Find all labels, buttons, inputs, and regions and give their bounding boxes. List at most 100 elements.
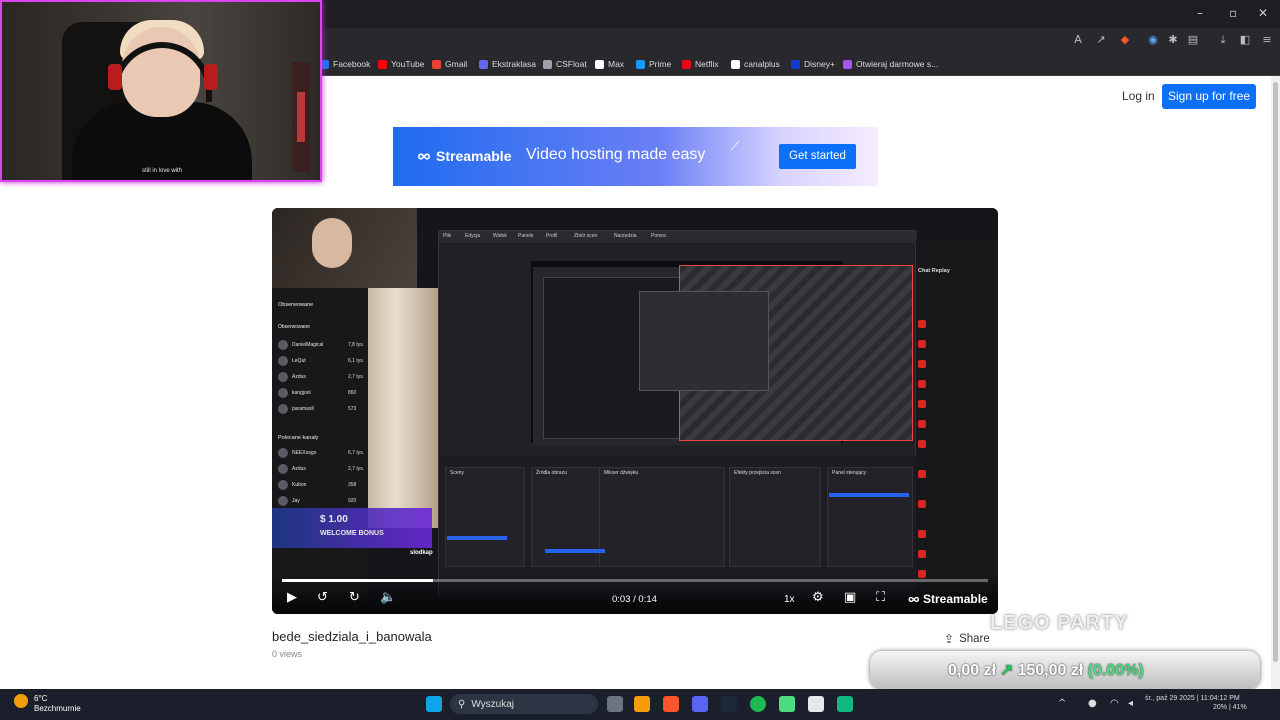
bookmark-youtube[interactable]: YouTube	[378, 57, 424, 71]
pip-icon[interactable]: ▣	[844, 590, 856, 606]
play-icon[interactable]: ▶	[287, 590, 297, 606]
bookmark-favicon-icon	[682, 59, 691, 69]
channel-row: Jay 920	[278, 494, 356, 508]
bookmark-favicon-icon	[843, 59, 852, 69]
share-button[interactable]: ⇪ Share	[940, 628, 992, 650]
video-time: 0:03 / 0:14	[612, 594, 657, 605]
channel-row: DanielMagical 7,8 tys.	[278, 338, 364, 352]
brave-shield-icon[interactable]: ◆	[1118, 33, 1132, 47]
bookmark-favicon-icon	[378, 59, 387, 69]
video-views: 0 views	[272, 649, 303, 659]
file-explorer-icon[interactable]	[634, 696, 650, 712]
app-icon[interactable]	[779, 696, 795, 712]
obs-menu-item: Narzędzia	[614, 233, 637, 239]
minimize-icon[interactable]: –	[1197, 6, 1203, 20]
video-progress-bar[interactable]	[282, 579, 988, 582]
bookmark-favicon-icon	[791, 59, 800, 69]
mic-icon[interactable]: ●	[1088, 698, 1097, 709]
promo-banner[interactable]: Streamable Video hosting made easy ⟋ Get…	[393, 127, 878, 186]
video-obs-window: Plik Edycja Widok Panele Profil Zbiór scen Nar…	[438, 230, 917, 597]
login-link[interactable]: Log in	[1122, 89, 1155, 103]
player-brand[interactable]: Streamable	[906, 592, 988, 606]
download-icon[interactable]: ⤓	[1216, 33, 1230, 47]
obs-panel: Efekty przejścia scen	[729, 467, 821, 567]
bookmark-facebook[interactable]: Facebook	[320, 57, 370, 71]
bookmark-otwieraj-darmowe-s[interactable]: Otwieraj darmowe s...	[843, 57, 938, 71]
app2-icon[interactable]	[808, 696, 824, 712]
bookmark-max[interactable]: Max	[595, 57, 624, 71]
translate-icon[interactable]: A	[1071, 33, 1085, 47]
shirt-text: still in love with	[142, 168, 183, 174]
video-promo: $ 1.00 WELCOME BONUS	[272, 508, 432, 548]
brave-icon[interactable]	[663, 696, 679, 712]
banner-tagline: Video hosting made easy	[526, 146, 706, 163]
channel-row: kangjool 860	[278, 386, 356, 400]
channel-row: LeQut 6,1 tys.	[278, 354, 364, 368]
obs-menu-item: Pomoc	[651, 233, 667, 239]
bookmark-gmail[interactable]: Gmail	[432, 57, 467, 71]
playback-speed[interactable]: 1x	[784, 594, 795, 605]
obs-menu-item: Edycja	[465, 233, 481, 239]
video-webcam	[272, 208, 417, 288]
tray-chevron-icon[interactable]: ^	[1058, 698, 1066, 709]
settings-icon[interactable]: ⚙	[812, 590, 824, 606]
taskbar-search[interactable]: ⚲ Wyszukaj	[450, 694, 598, 714]
search-icon: ⚲	[458, 698, 466, 710]
bookmark-disney[interactable]: Disney+	[791, 57, 835, 71]
bookmark-netflix[interactable]: Netflix	[682, 57, 719, 71]
obs-menu-item: Widok	[493, 233, 507, 239]
obs-menu-item: Plik	[443, 233, 452, 239]
rewind-icon[interactable]: ↺	[317, 590, 328, 606]
bookmark-favicon-icon	[543, 59, 552, 69]
app3-icon[interactable]	[837, 696, 853, 712]
bookmark-favicon-icon	[479, 59, 488, 69]
webcam-overlay: still in love with	[0, 0, 322, 182]
channel-row: NEEXosgo 6,7 tys.	[278, 446, 364, 460]
bookmark-canalplus[interactable]: canalplus	[731, 57, 780, 71]
volume-icon[interactable]: 🔈	[380, 590, 396, 606]
sun-icon	[14, 694, 28, 708]
bookmark-prime[interactable]: Prime	[636, 57, 671, 71]
share-icon: ⇪	[944, 632, 955, 646]
taskview-icon[interactable]	[607, 696, 623, 712]
infinity-icon	[417, 152, 430, 160]
obs-panel: Mikser dźwięku	[599, 467, 725, 567]
lego-party-overlay: LEGO PARTY	[990, 612, 1129, 634]
menu-icon[interactable]: ≡	[1260, 33, 1274, 47]
share-page-icon[interactable]: ↗	[1094, 33, 1108, 47]
sidebar-icon[interactable]: ◧	[1238, 33, 1252, 47]
channel-row: Azdus 2,7 tys.	[278, 370, 364, 384]
obs-menu-item: Panele	[518, 233, 534, 239]
clock[interactable]: śr., paź 29 2025 | 11:04:12 PM 20% | 41%	[1145, 694, 1247, 712]
extensions-icon[interactable]: ✱	[1166, 33, 1180, 47]
channel-row: paramaxll 573	[278, 402, 356, 416]
obs-panel: Sceny	[445, 467, 525, 567]
fullscreen-icon[interactable]: ⛶	[876, 590, 885, 606]
bookmark-favicon-icon	[595, 59, 604, 69]
wifi-icon[interactable]: ◠	[1110, 698, 1119, 709]
start-icon[interactable]	[426, 696, 442, 712]
wallet-icon[interactable]: ◉	[1146, 33, 1160, 47]
obs-panel: Panel sterujący	[827, 467, 913, 567]
bookmark-csfloat[interactable]: CSFloat	[543, 57, 587, 71]
obs-menu-item: Zbiór scen	[574, 233, 598, 239]
channel-row: Azdus 2,7 tys.	[278, 462, 364, 476]
signup-button[interactable]: Sign up for free	[1162, 84, 1256, 109]
streamable-logo: Streamable	[415, 148, 511, 164]
obs-menu-item: Profil	[546, 233, 558, 239]
reader-icon[interactable]: ▤	[1186, 33, 1200, 47]
speaker-icon[interactable]: ◂	[1128, 698, 1133, 709]
get-started-button[interactable]: Get started	[779, 144, 856, 169]
steam-icon[interactable]	[721, 696, 737, 712]
discord-icon[interactable]	[692, 696, 708, 712]
close-icon[interactable]: ✕	[1258, 6, 1268, 20]
video-player[interactable]: Obserwowane Obserwowane DanielMagical 7,8…	[272, 208, 998, 614]
page-scrollbar[interactable]	[1271, 76, 1280, 689]
spotify-icon[interactable]	[750, 696, 766, 712]
forward-icon[interactable]: ↻	[349, 590, 360, 606]
bookmark-ekstraklasa[interactable]: Ekstraklasa	[479, 57, 536, 71]
video-chat-replay: Chat Replay	[916, 240, 998, 592]
maximize-icon[interactable]: ▫	[1229, 6, 1237, 20]
sparkle-icon: ⟋	[731, 139, 740, 153]
balance-overlay: 0,00 zł ↗ 150,00 zł (0.00%)	[870, 651, 1260, 689]
